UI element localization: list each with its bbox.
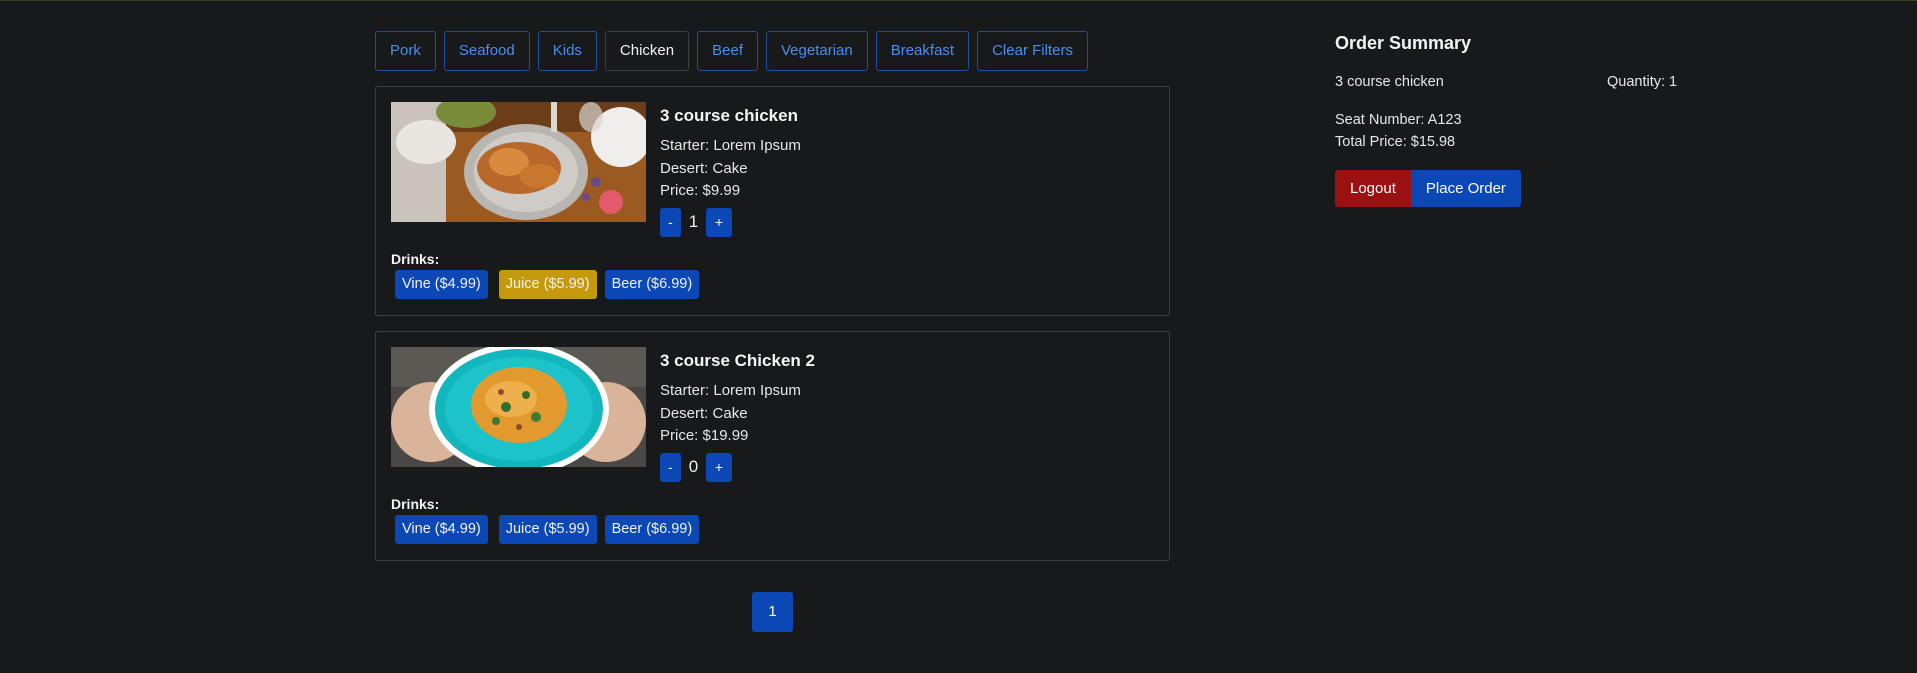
summary-actions: Logout Place Order <box>1335 170 1521 207</box>
drink-vine-button[interactable]: Vine ($4.99) <box>395 515 488 544</box>
summary-item-quantity: Quantity: 1 <box>1607 74 1678 90</box>
clear-filters-button[interactable]: Clear Filters <box>977 31 1088 71</box>
logout-button[interactable]: Logout <box>1335 170 1411 207</box>
drink-vine-button[interactable]: Vine ($4.99) <box>395 270 488 299</box>
category-filter-bar: Pork Seafood Kids Chicken Beef Vegetaria… <box>375 31 1096 71</box>
order-summary-title: Order Summary <box>1335 33 1472 53</box>
filter-seafood-button[interactable]: Seafood <box>443 31 530 71</box>
drink-juice-button[interactable]: Juice ($5.99) <box>498 515 597 544</box>
drink-beer-button[interactable]: Beer ($6.99) <box>604 515 700 544</box>
filter-breakfast-button[interactable]: Breakfast <box>875 31 970 71</box>
filter-pork-button[interactable]: Pork <box>375 31 436 71</box>
increase-quantity-button[interactable]: + <box>706 452 732 482</box>
quantity-stepper: - 1 + <box>660 207 801 237</box>
filter-kids-button[interactable]: Kids <box>537 31 597 71</box>
meal-card: 3 course chicken Starter: Lorem Ipsum De… <box>375 86 1170 316</box>
drink-beer-button[interactable]: Beer ($6.99) <box>604 270 700 299</box>
place-order-button[interactable]: Place Order <box>1410 170 1521 207</box>
meal-info: 3 course chicken Starter: Lorem Ipsum De… <box>660 105 801 237</box>
meal-desert: Desert: Cake <box>660 404 748 422</box>
total-price: Total Price: $15.98 <box>1335 134 1456 150</box>
drinks-label: Drinks: <box>391 496 440 512</box>
filter-chicken-button[interactable]: Chicken <box>604 31 690 71</box>
meal-starter: Starter: Lorem Ipsum <box>660 137 801 154</box>
quantity-value: 1 <box>688 212 699 231</box>
summary-item-name: 3 course chicken <box>1335 74 1444 90</box>
meal-image-omelette <box>391 347 646 467</box>
drink-options: Vine ($4.99) Juice ($5.99) Beer ($6.99) <box>395 270 700 299</box>
meal-card: 3 course Chicken 2 Starter: Lorem Ipsum … <box>375 331 1170 561</box>
meal-info: 3 course Chicken 2 Starter: Lorem Ipsum … <box>660 350 815 482</box>
meal-starter: Starter: Lorem Ipsum <box>660 382 801 399</box>
filter-beef-button[interactable]: Beef <box>697 31 758 71</box>
meal-title: 3 course Chicken 2 <box>660 351 815 370</box>
meal-price: Price: $19.99 <box>660 427 749 444</box>
top-border <box>0 0 1917 1</box>
increase-quantity-button[interactable]: + <box>706 207 732 237</box>
quantity-value: 0 <box>688 457 699 476</box>
decrease-quantity-button[interactable]: - <box>660 207 681 237</box>
meal-price: Price: $9.99 <box>660 182 741 199</box>
seat-number: Seat Number: A123 <box>1335 112 1462 128</box>
meal-desert: Desert: Cake <box>660 159 748 177</box>
drink-juice-button[interactable]: Juice ($5.99) <box>498 270 597 299</box>
filter-vegetarian-button[interactable]: Vegetarian <box>765 31 868 71</box>
drink-options: Vine ($4.99) Juice ($5.99) Beer ($6.99) <box>395 515 700 544</box>
quantity-stepper: - 0 + <box>660 452 815 482</box>
decrease-quantity-button[interactable]: - <box>660 452 681 482</box>
drinks-label: Drinks: <box>391 251 440 267</box>
meal-title: 3 course chicken <box>660 106 798 125</box>
pagination-page-button[interactable]: 1 <box>752 592 793 632</box>
meal-image-roast-chicken <box>391 102 646 222</box>
